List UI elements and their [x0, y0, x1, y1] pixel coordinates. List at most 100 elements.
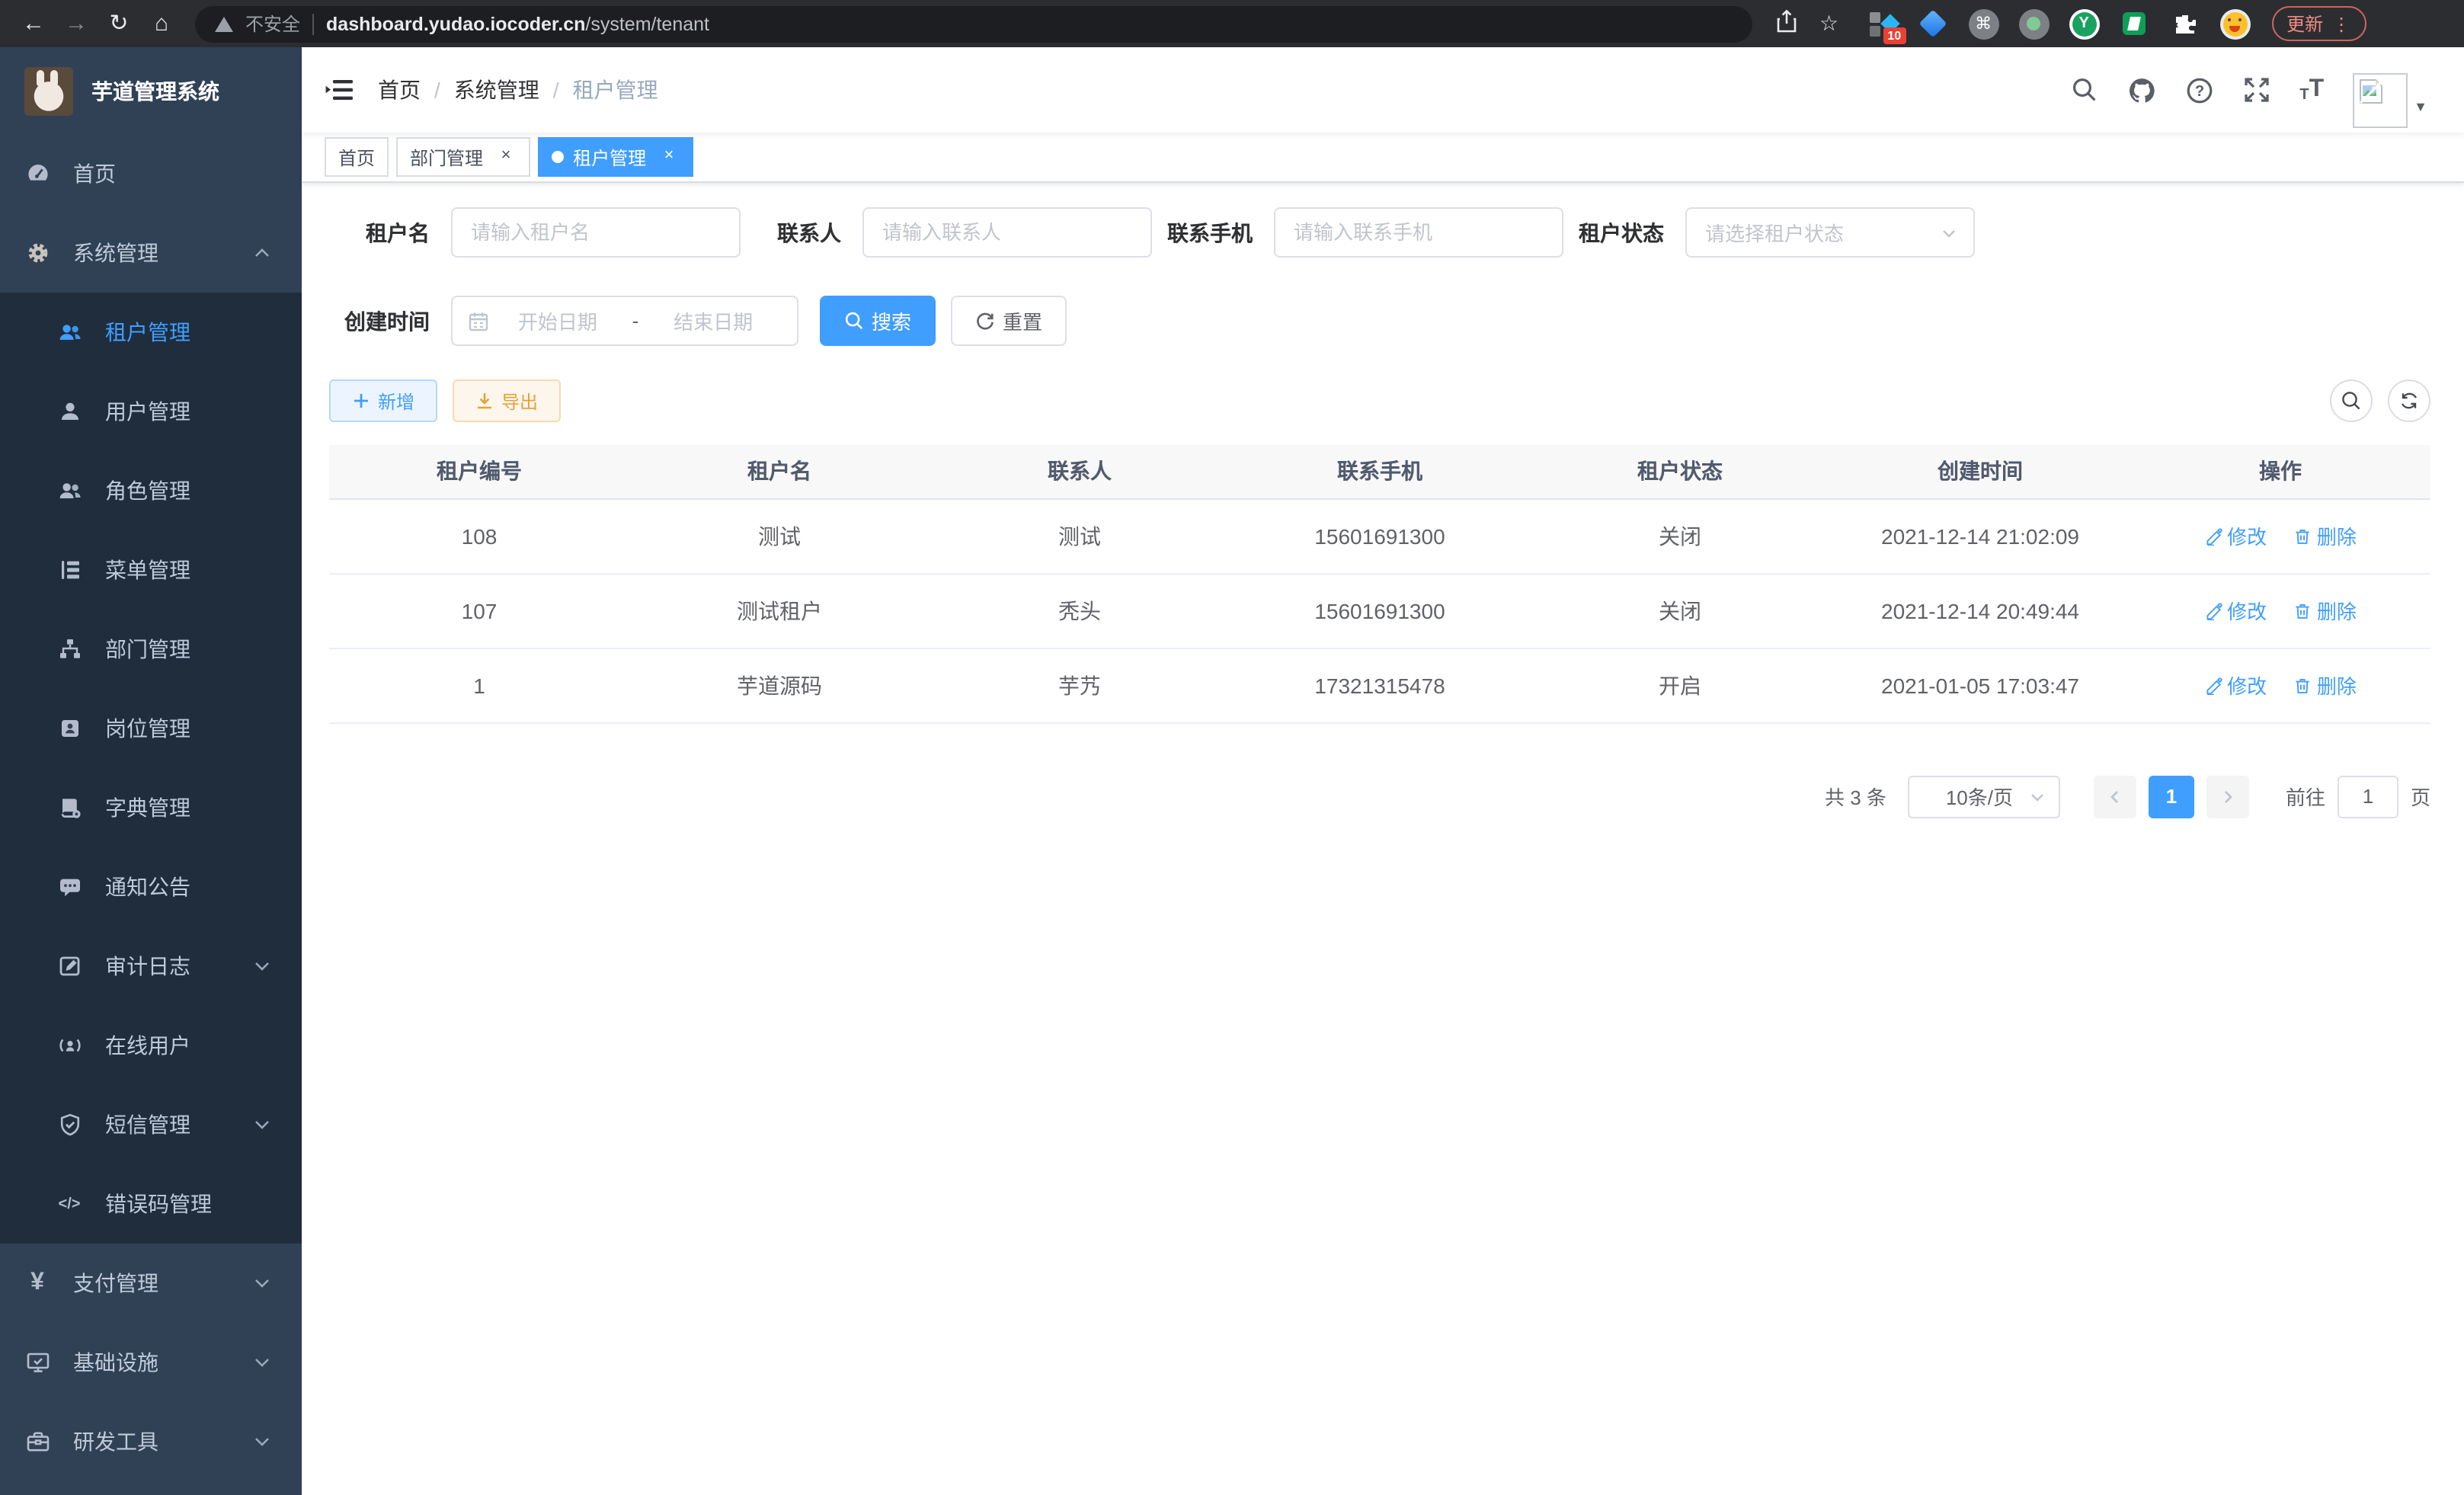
app-logo-row[interactable]: 芋道管理系统 [0, 47, 302, 134]
search-icon[interactable] [2071, 76, 2098, 104]
extension-record-icon[interactable] [2018, 8, 2049, 39]
sidebar-item-dept[interactable]: 部门管理 [0, 610, 302, 689]
user-avatar-broken-image[interactable] [2353, 73, 2408, 128]
sidebar-item-dev-tools[interactable]: 研发工具 [0, 1402, 302, 1481]
breadcrumb-home[interactable]: 首页 [378, 75, 421, 105]
tenant-name-input[interactable] [451, 207, 741, 258]
sidebar-item-dict[interactable]: 字典管理 [0, 768, 302, 847]
browser-menu-icon[interactable]: ⋮ [2332, 13, 2350, 34]
sidebar-item-infrastructure[interactable]: 基础设施 [0, 1323, 302, 1402]
cell-created: 2021-12-14 20:49:44 [1830, 573, 2130, 648]
search-button[interactable]: 搜索 [820, 296, 936, 346]
date-start-placeholder[interactable]: 开始日期 [489, 306, 626, 335]
sidebar-item-audit-log[interactable]: 审计日志 [0, 927, 302, 1006]
user-icon [56, 399, 82, 424]
status-select[interactable]: 请选择租户状态 [1685, 207, 1975, 258]
sidebar-item-home[interactable]: 首页 [0, 134, 302, 213]
share-icon[interactable] [1775, 9, 1798, 38]
security-label[interactable]: 不安全 [245, 11, 300, 37]
sidebar-collapse-icon[interactable] [302, 76, 376, 104]
extensions-puzzle-icon[interactable] [2169, 8, 2200, 39]
page-number-current[interactable]: 1 [2149, 775, 2194, 818]
sidebar-item-menu[interactable]: 菜单管理 [0, 530, 302, 610]
app-logo-rabbit-image [24, 66, 73, 115]
prev-page-button[interactable] [2094, 775, 2136, 818]
edit-link[interactable]: 修改 [2204, 521, 2267, 550]
sidebar: 芋道管理系统 首页 系统管理 [0, 47, 302, 1495]
sidebar-item-role[interactable]: 角色管理 [0, 451, 302, 530]
github-icon[interactable] [2127, 75, 2156, 104]
chevron-down-icon [1940, 223, 1958, 242]
breadcrumb-system[interactable]: 系统管理 [454, 75, 539, 105]
sidebar-item-sms[interactable]: 短信管理 [0, 1085, 302, 1164]
goto-page-input[interactable] [2338, 775, 2398, 818]
sidebar-item-post[interactable]: 岗位管理 [0, 689, 302, 768]
bookmark-star-icon[interactable]: ☆ [1819, 11, 1838, 37]
extension-command-icon[interactable]: ⌘ [1968, 8, 1998, 39]
edit-link[interactable]: 修改 [2204, 671, 2267, 699]
export-button[interactable]: 导出 [453, 379, 561, 422]
delete-link[interactable]: 删除 [2294, 671, 2357, 699]
browser-reload-icon[interactable]: ↻ [98, 0, 140, 47]
cell-name: 测试租户 [629, 573, 930, 648]
close-icon[interactable]: × [658, 146, 680, 168]
delete-link[interactable]: 删除 [2294, 521, 2357, 550]
extension-grid-icon[interactable]: 10 [1867, 8, 1898, 39]
sidebar-item-online-users[interactable]: 在线用户 [0, 1006, 302, 1085]
browser-home-icon[interactable]: ⌂ [140, 0, 183, 47]
profile-avatar-icon[interactable] [2219, 8, 2250, 39]
cell-id: 108 [329, 498, 629, 573]
close-icon[interactable]: × [495, 146, 517, 168]
address-bar[interactable]: 不安全 dashboard.yudao.iocoder.cn/system/te… [195, 5, 1752, 42]
tab-tenant[interactable]: 租户管理 × [538, 137, 693, 177]
contact-input[interactable] [862, 207, 1152, 258]
sidebar-item-notice[interactable]: 通知公告 [0, 847, 302, 927]
sidebar-item-label: 部门管理 [105, 634, 190, 664]
add-button[interactable]: 新增 [329, 379, 437, 422]
goto-unit-label: 页 [2411, 782, 2430, 811]
browser-back-icon[interactable]: ← [12, 0, 55, 47]
avatar-dropdown-caret-icon[interactable]: ▼ [2414, 99, 2427, 114]
gear-icon [24, 240, 50, 266]
date-end-placeholder[interactable]: 结束日期 [645, 306, 782, 335]
delete-link[interactable]: 删除 [2294, 596, 2357, 625]
create-time-range-picker[interactable]: 开始日期 - 结束日期 [451, 296, 798, 346]
browser-forward-icon[interactable]: → [55, 0, 98, 47]
sidebar-item-label: 字典管理 [105, 792, 190, 823]
col-tenant-id: 租户编号 [329, 445, 629, 498]
sidebar-item-system[interactable]: 系统管理 [0, 213, 302, 293]
sidebar-item-label: 研发工具 [73, 1426, 158, 1457]
next-page-button[interactable] [2206, 775, 2249, 818]
extension-kite-icon[interactable] [1918, 8, 1948, 39]
sidebar-item-payment[interactable]: ¥ 支付管理 [0, 1244, 302, 1323]
browser-update-button[interactable]: 更新⋮ [2271, 6, 2366, 41]
sidebar-item-user[interactable]: 用户管理 [0, 372, 302, 451]
sidebar-item-label: 首页 [73, 158, 116, 189]
font-size-icon[interactable]: TT [2299, 76, 2324, 104]
page-size-select[interactable]: 10条/页 [1908, 775, 2060, 818]
filter-row-2: 创建时间 开始日期 - 结束日期 搜索 重置 [329, 296, 2430, 346]
reset-button[interactable]: 重置 [951, 296, 1067, 346]
cell-mobile: 15601691300 [1230, 498, 1530, 573]
tab-home[interactable]: 首页 [325, 137, 389, 177]
edit-link[interactable]: 修改 [2204, 596, 2267, 625]
page-content: 租户名 联系人 联系手机 租户状态 请选择租户状态 创建时间 [302, 183, 2464, 1495]
roles-users-icon [56, 478, 82, 504]
help-icon[interactable]: ? [2185, 75, 2214, 104]
refresh-table-button[interactable] [2388, 379, 2430, 422]
pencil-icon [2204, 601, 2222, 619]
sidebar-item-error-code[interactable]: </> 错误码管理 [0, 1164, 302, 1244]
tab-label: 租户管理 [573, 144, 646, 170]
breadcrumb-separator: / [553, 78, 559, 102]
fullscreen-icon[interactable] [2243, 76, 2270, 104]
tab-dept[interactable]: 部门管理 × [396, 137, 530, 177]
toggle-search-button[interactable] [2330, 379, 2373, 422]
extension-y-icon[interactable]: Y [2069, 8, 2099, 39]
goto-label: 前往 [2286, 782, 2325, 811]
mobile-input[interactable] [1274, 207, 1563, 258]
extension-chat-icon[interactable] [2119, 8, 2149, 39]
page-url[interactable]: dashboard.yudao.iocoder.cn/system/tenant [326, 13, 709, 34]
pencil-icon [2204, 527, 2222, 545]
col-status: 租户状态 [1530, 445, 1830, 498]
sidebar-item-tenant[interactable]: 租户管理 [0, 293, 302, 372]
